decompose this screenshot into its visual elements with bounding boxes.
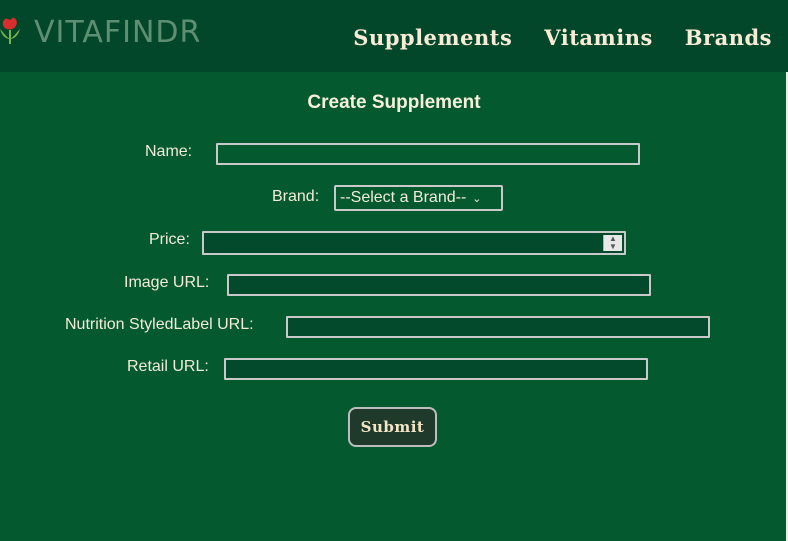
name-label: Name: <box>145 143 193 160</box>
price-input[interactable]: ▲ ▼ <box>202 231 626 255</box>
image-label: Image URL: <box>124 274 210 291</box>
number-spinner[interactable]: ▲ ▼ <box>603 235 622 251</box>
nutrition-label: Nutrition StyledLabel URL: <box>65 316 254 333</box>
nav-vitamins[interactable]: Vitamins <box>544 25 653 50</box>
submit-button[interactable]: Submit <box>348 407 437 447</box>
image-url-input[interactable] <box>227 274 651 296</box>
rose-logo-icon <box>0 17 20 44</box>
nutrition-url-input[interactable] <box>286 316 710 338</box>
nav-supplements[interactable]: Supplements <box>353 25 512 50</box>
brand-select[interactable]: --Select a Brand-- ⌄ <box>334 185 503 211</box>
retail-label: Retail URL: <box>127 358 209 375</box>
brand-select-value: --Select a Brand-- <box>340 189 467 206</box>
name-input[interactable] <box>216 143 640 165</box>
nutrition-row: Nutrition StyledLabel URL: <box>65 316 254 334</box>
brand-name: VITAFINDR <box>34 14 202 50</box>
price-label: Price: <box>149 231 190 248</box>
image-row: Image URL: <box>124 274 209 292</box>
page-title: Create Supplement <box>307 92 481 113</box>
brand-label: Brand: <box>272 188 320 205</box>
main-nav: Supplements Vitamins Brands <box>353 25 772 50</box>
logo[interactable]: VITAFINDR <box>0 12 201 52</box>
price-row: Price: <box>149 231 190 249</box>
retail-url-input[interactable] <box>224 358 648 380</box>
spinner-down-icon[interactable]: ▼ <box>604 243 622 251</box>
chevron-down-icon: ⌄ <box>472 192 482 205</box>
name-row: Name: <box>145 143 192 161</box>
retail-row: Retail URL: <box>127 358 209 376</box>
top-navigation-bar: VITAFINDR Supplements Vitamins Brands <box>0 0 788 72</box>
brand-row: Brand: <box>272 188 319 206</box>
nav-brands[interactable]: Brands <box>685 25 772 50</box>
